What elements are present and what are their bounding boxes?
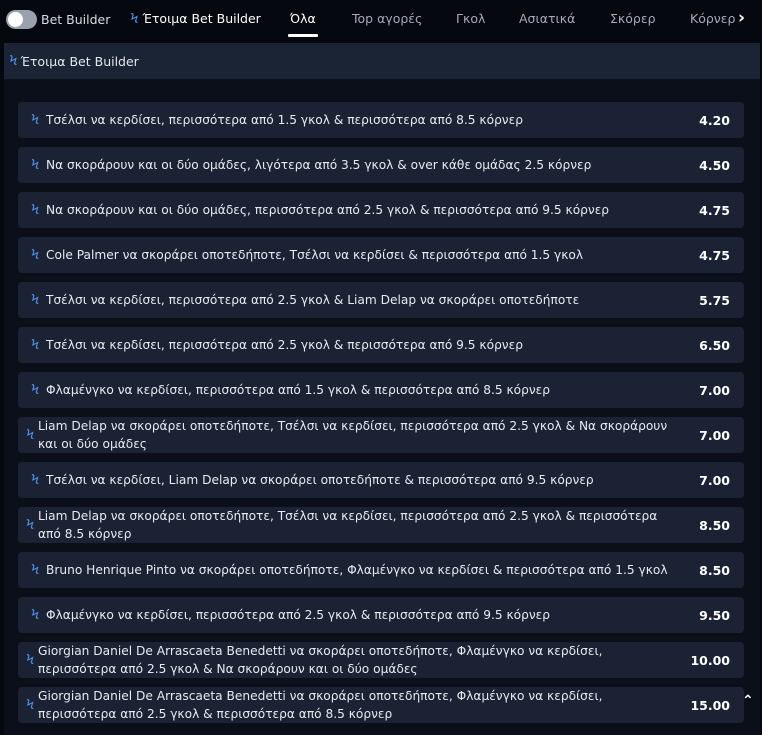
bet-odds: 7.00 [699, 427, 730, 443]
bet-description: Τσέλσι να κερδίσει, περισσότερα από 2.5 … [46, 293, 580, 307]
chevron-right-icon[interactable]: › [738, 8, 745, 28]
lightning-bolt-icon: Ϟ [30, 292, 40, 308]
bet-row[interactable]: Ϟ Cole Palmer να σκοράρει οποτεδήποτε, Τ… [18, 237, 744, 273]
bet-odds: 7.00 [699, 382, 730, 398]
lightning-bolt-icon: Ϟ [30, 202, 40, 218]
lightning-bolt-icon: Ϟ [30, 472, 40, 488]
tab-all[interactable]: Όλα [288, 11, 318, 37]
lightning-bolt-icon: Ϟ [25, 427, 35, 443]
bet-description: Liam Delap να σκοράρει οποτεδήποτε, Τσέλ… [38, 419, 668, 451]
tab-label: Σκόρερ [610, 11, 656, 26]
tab-label: Ασιατικά [519, 11, 576, 26]
bet-description: Φλαμένγκο να κερδίσει, περισσότερα από 2… [46, 608, 550, 622]
lightning-bolt-icon: Ϟ [30, 382, 40, 398]
bet-row[interactable]: Ϟ Giorgian Daniel De Arrascaeta Benedett… [18, 642, 744, 678]
bet-row[interactable]: Ϟ Liam Delap να σκοράρει οποτεδήποτε, Τσ… [18, 507, 744, 543]
bet-odds: 4.75 [699, 247, 730, 263]
bet-odds: 4.50 [699, 157, 730, 173]
section-title: Έτοιμα Bet Builder [20, 53, 139, 69]
tab-top-markets[interactable]: Top αγορές [352, 11, 422, 26]
bet-description: Liam Delap να σκοράρει οποτεδήποτε, Τσέλ… [38, 509, 658, 541]
bet-row[interactable]: Ϟ Τσέλσι να κερδίσει, περισσότερα από 2.… [18, 282, 744, 318]
bet-odds: 4.75 [699, 202, 730, 218]
lightning-bolt-icon: Ϟ [130, 12, 139, 27]
toggle-knob [8, 11, 23, 27]
tab-label: Γκολ [456, 11, 486, 26]
bet-odds: 7.00 [699, 472, 730, 488]
bet-row[interactable]: Ϟ Φλαμένγκο να κερδίσει, περισσότερα από… [18, 597, 744, 633]
bet-description: Να σκοράρουν και οι δύο ομάδες, περισσότ… [46, 203, 610, 217]
bet-description: Τσέλσι να κερδίσει, Liam Delap να σκοράρ… [46, 473, 594, 487]
bet-row[interactable]: Ϟ Να σκοράρουν και οι δύο ομάδες, λιγότε… [18, 147, 744, 183]
lightning-bolt-icon: Ϟ [25, 517, 35, 533]
bet-row[interactable]: Ϟ Τσέλσι να κερδίσει, Liam Delap να σκορ… [18, 462, 744, 498]
bet-row[interactable]: Ϟ Liam Delap να σκοράρει οποτεδήποτε, Τσ… [18, 417, 744, 453]
bet-odds: 10.00 [690, 652, 730, 668]
tab-label: Top αγορές [352, 11, 423, 26]
bet-description: Bruno Henrique Pinto να σκοράρει οποτεδή… [46, 563, 668, 577]
bet-description: Giorgian Daniel De Arrascaeta Benedetti … [38, 644, 603, 676]
bet-row[interactable]: Ϟ Τσέλσι να κερδίσει, περισσότερα από 1.… [18, 102, 744, 138]
tab-asian[interactable]: Ασιατικά [519, 11, 575, 26]
lightning-bolt-icon: Ϟ [30, 157, 40, 173]
bet-odds: 8.50 [699, 517, 730, 533]
bet-odds: 4.20 [699, 112, 730, 128]
bet-odds: 5.75 [699, 292, 730, 308]
bet-row[interactable]: Ϟ Bruno Henrique Pinto να σκοράρει οποτε… [18, 552, 744, 588]
bet-odds: 8.50 [699, 562, 730, 578]
tab-corners[interactable]: Κόρνερ [690, 11, 735, 26]
lightning-bolt-icon: Ϟ [25, 652, 35, 668]
bet-list: Ϟ Τσέλσι να κερδίσει, περισσότερα από 1.… [4, 79, 760, 735]
bet-row[interactable]: Ϟ Giorgian Daniel De Arrascaeta Benedett… [18, 687, 744, 723]
tab-goals[interactable]: Γκολ [456, 11, 485, 26]
bet-odds: 9.50 [699, 607, 730, 623]
tab-label: Έτοιμα Bet Builder [142, 11, 261, 26]
section-header[interactable]: Ϟ Έτοιμα Bet Builder [4, 43, 760, 79]
bet-description: Τσέλσι να κερδίσει, περισσότερα από 2.5 … [46, 338, 523, 352]
bet-description: Giorgian Daniel De Arrascaeta Benedetti … [38, 689, 603, 721]
lightning-bolt-icon: Ϟ [30, 562, 40, 578]
lightning-bolt-icon: Ϟ [30, 112, 40, 128]
bet-description: Τσέλσι να κερδίσει, περισσότερα από 1.5 … [46, 113, 523, 127]
bet-row[interactable]: Ϟ Φλαμένγκο να κερδίσει, περισσότερα από… [18, 372, 744, 408]
lightning-bolt-icon: Ϟ [9, 53, 18, 69]
bet-odds: 15.00 [690, 697, 730, 713]
tab-label: Όλα [290, 11, 316, 26]
lightning-bolt-icon: Ϟ [30, 337, 40, 353]
tab-scorer[interactable]: Σκόρερ [610, 11, 656, 26]
bet-row[interactable]: Ϟ Να σκοράρουν και οι δύο ομάδες, περισσ… [18, 192, 744, 228]
bet-description: Να σκοράρουν και οι δύο ομάδες, λιγότερα… [46, 158, 592, 172]
market-tabs-bar: Bet Builder Ϟ Έτοιμα Bet Builder Όλα Top … [0, 0, 762, 38]
toggle-label: Bet Builder [41, 11, 111, 27]
toggle-switch[interactable] [6, 9, 37, 29]
bet-builder-toggle[interactable]: Bet Builder [6, 9, 111, 29]
bet-row[interactable]: Ϟ Τσέλσι να κερδίσει, περισσότερα από 2.… [18, 327, 744, 363]
lightning-bolt-icon: Ϟ [25, 697, 35, 713]
lightning-bolt-icon: Ϟ [30, 607, 40, 623]
chevron-up-icon[interactable]: ⌃ [742, 693, 754, 709]
lightning-bolt-icon: Ϟ [30, 247, 40, 263]
bet-description: Φλαμένγκο να κερδίσει, περισσότερα από 1… [46, 383, 550, 397]
tab-ready-bet-builder[interactable]: Ϟ Έτοιμα Bet Builder [130, 11, 261, 27]
tab-label: Κόρνερ [690, 11, 736, 26]
bet-odds: 6.50 [699, 337, 730, 353]
bet-description: Cole Palmer να σκοράρει οποτεδήποτε, Τσέ… [46, 248, 584, 262]
